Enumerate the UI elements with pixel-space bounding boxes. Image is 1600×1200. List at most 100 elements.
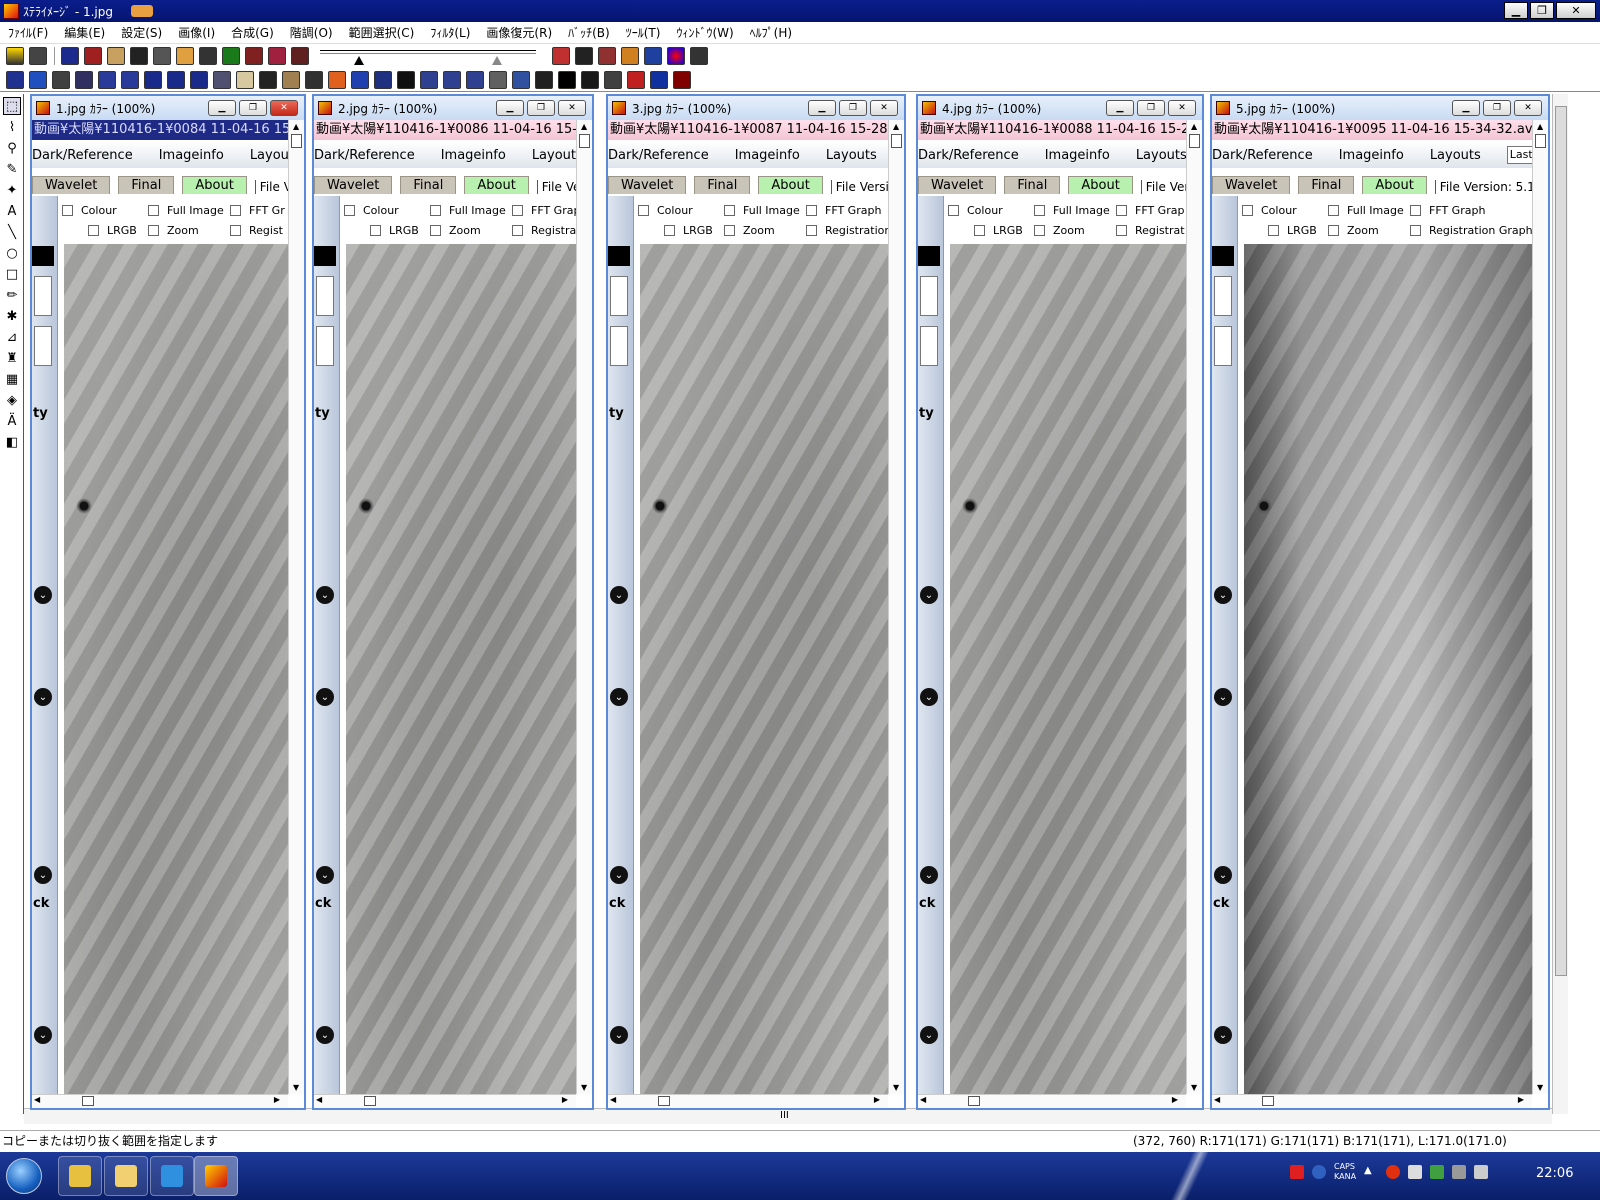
taskbar-clock[interactable]: 22:06: [1536, 1166, 1573, 1181]
scroll-right-icon[interactable]: ▶: [1518, 1095, 1524, 1104]
checkbox-registration[interactable]: [230, 225, 241, 236]
tab-about[interactable]: About: [758, 176, 823, 194]
image-window-vertical-scrollbar[interactable]: ▲ ▼: [576, 120, 592, 1094]
info-icon[interactable]: [328, 70, 346, 89]
align-icon[interactable]: [351, 70, 369, 89]
compare-icon[interactable]: [305, 70, 323, 89]
camera-icon[interactable]: [598, 47, 616, 65]
chevron-down-icon[interactable]: ⌄: [920, 688, 938, 706]
checkbox-lrgb[interactable]: [88, 225, 99, 236]
tab-about[interactable]: About: [182, 176, 247, 194]
ellipse-tool-icon[interactable]: ○: [3, 244, 21, 262]
image-window-3[interactable]: 3.jpg ｶﾗｰ (100%) ▁ ❐ ✕ 動画¥太陽¥110416-1¥0087 1…: [606, 94, 906, 1110]
image-window-title-bar[interactable]: 3.jpg ｶﾗｰ (100%) ▁ ❐ ✕: [608, 96, 904, 120]
scroll-left-icon[interactable]: ◀: [34, 1095, 40, 1104]
mdi-vertical-scrollbar[interactable]: [1552, 94, 1568, 1114]
resize-icon[interactable]: [213, 70, 231, 89]
image-window-minimize-button[interactable]: ▁: [496, 100, 524, 116]
scroll-right-icon[interactable]: ▶: [562, 1095, 568, 1104]
menu-layouts[interactable]: Layouts: [532, 148, 576, 163]
star-icon[interactable]: [466, 70, 484, 89]
invert-icon[interactable]: [259, 70, 277, 89]
tab-wavelet[interactable]: Wavelet: [314, 176, 393, 194]
chevron-down-icon[interactable]: ⌄: [920, 866, 938, 884]
save-icon[interactable]: [61, 47, 79, 65]
solar-surface-image[interactable]: [64, 244, 288, 1094]
chevron-down-icon[interactable]: ⌄: [1214, 586, 1232, 604]
flag-tray-icon[interactable]: [1408, 1165, 1423, 1179]
lasso-tool-icon[interactable]: ⌇: [3, 118, 21, 136]
option-lrgb[interactable]: LRGB: [974, 224, 1023, 237]
image-window-vertical-scrollbar[interactable]: ▲ ▼: [1186, 120, 1202, 1094]
menu-help[interactable]: ﾍﾙﾌﾟ(H): [742, 24, 800, 41]
tab-about[interactable]: About: [1068, 176, 1133, 194]
image-window-minimize-button[interactable]: ▁: [1452, 100, 1480, 116]
chevron-down-icon[interactable]: ⌄: [1214, 1026, 1232, 1044]
level-slider[interactable]: [320, 47, 536, 65]
chevron-down-icon[interactable]: ⌄: [610, 1026, 628, 1044]
color-swatch-icon[interactable]: ◧: [3, 433, 21, 451]
chevron-down-icon[interactable]: ⌄: [316, 866, 334, 884]
menu-dark-reference[interactable]: Dark/Reference: [1212, 148, 1313, 163]
scroll-down-icon[interactable]: ▼: [1191, 1083, 1197, 1092]
image-window-close-button[interactable]: ✕: [558, 100, 586, 116]
side-panel-field[interactable]: [920, 276, 938, 316]
batch-icon[interactable]: [199, 47, 217, 65]
airbrush-tool-icon[interactable]: ✱: [3, 307, 21, 325]
menu-dark-reference[interactable]: Dark/Reference: [918, 148, 1019, 163]
zoom-select-icon[interactable]: [443, 70, 461, 89]
taskbar-explorer-button[interactable]: [58, 1156, 102, 1196]
side-panel-field[interactable]: [610, 326, 628, 366]
measure-tool-icon[interactable]: ⊿: [3, 328, 21, 346]
select-icon[interactable]: [420, 70, 438, 89]
option-registration[interactable]: Regist: [230, 224, 283, 237]
chevron-down-icon[interactable]: ⌄: [920, 586, 938, 604]
checkbox-full-image[interactable]: [1328, 205, 1339, 216]
image-window-title-bar[interactable]: 1.jpg ｶﾗｰ (100%) ▁ ❐ ✕: [32, 96, 304, 120]
image-window-icon[interactable]: [318, 101, 332, 115]
option-registration[interactable]: Registrat: [1116, 224, 1185, 237]
scroll-left-icon[interactable]: ◀: [1214, 1095, 1220, 1104]
menu-window[interactable]: ｳｨﾝﾄﾞｳ(W): [668, 24, 741, 41]
image-window-horizontal-scrollbar[interactable]: ◀ ▶: [32, 1094, 288, 1108]
chevron-down-icon[interactable]: ⌄: [34, 1026, 52, 1044]
book-icon[interactable]: [673, 70, 691, 89]
checkbox-registration[interactable]: [806, 225, 817, 236]
vscroll-thumb[interactable]: [291, 134, 302, 148]
levels-icon[interactable]: [245, 47, 263, 65]
measure-icon[interactable]: [512, 70, 530, 89]
image-window-vertical-scrollbar[interactable]: ▲ ▼: [888, 120, 904, 1094]
histogram-tool-icon[interactable]: ▦: [3, 370, 21, 388]
chevron-down-icon[interactable]: ⌄: [1214, 866, 1232, 884]
image-window-minimize-button[interactable]: ▁: [208, 100, 236, 116]
chevron-down-icon[interactable]: ⌄: [610, 586, 628, 604]
scroll-right-icon[interactable]: ▶: [274, 1095, 280, 1104]
checkbox-colour[interactable]: [1242, 205, 1253, 216]
mdi-hscroll-grip[interactable]: III: [780, 1110, 789, 1121]
rotate-left-icon[interactable]: [167, 70, 185, 89]
image-window-maximize-button[interactable]: ❐: [839, 100, 867, 116]
app-close-button[interactable]: ✕: [1556, 2, 1596, 19]
tab-final[interactable]: Final: [1298, 176, 1355, 194]
checkbox-registration[interactable]: [1410, 225, 1421, 236]
image-canvas[interactable]: 動画¥太陽¥110416-1¥0084 11-04-16 15-2 Dark/Re…: [32, 120, 288, 1094]
layout-combo[interactable]: LastLayo: [1506, 146, 1532, 164]
tab-wavelet[interactable]: Wavelet: [32, 176, 111, 194]
tab-final[interactable]: Final: [118, 176, 175, 194]
option-lrgb[interactable]: LRGB: [1268, 224, 1317, 237]
scroll-down-icon[interactable]: ▼: [581, 1083, 587, 1092]
scroll-right-icon[interactable]: ▶: [874, 1095, 880, 1104]
side-panel-field[interactable]: [34, 276, 52, 316]
tray-expand-icon[interactable]: ▲: [1364, 1165, 1378, 1179]
option-full-image[interactable]: Full Image: [430, 204, 506, 217]
tab-final[interactable]: Final: [1004, 176, 1061, 194]
menu-dark-reference[interactable]: Dark/Reference: [608, 148, 709, 163]
checkbox-full-image[interactable]: [148, 205, 159, 216]
window-icon[interactable]: [604, 70, 622, 89]
checkbox-fft-graph[interactable]: [512, 205, 523, 216]
menu-imageinfo[interactable]: Imageinfo: [159, 148, 224, 163]
image-window-horizontal-scrollbar[interactable]: ◀ ▶: [314, 1094, 576, 1108]
network-tray-icon[interactable]: [1430, 1165, 1445, 1179]
start-button[interactable]: [6, 1158, 42, 1194]
option-full-image[interactable]: Full Image: [1328, 204, 1404, 217]
